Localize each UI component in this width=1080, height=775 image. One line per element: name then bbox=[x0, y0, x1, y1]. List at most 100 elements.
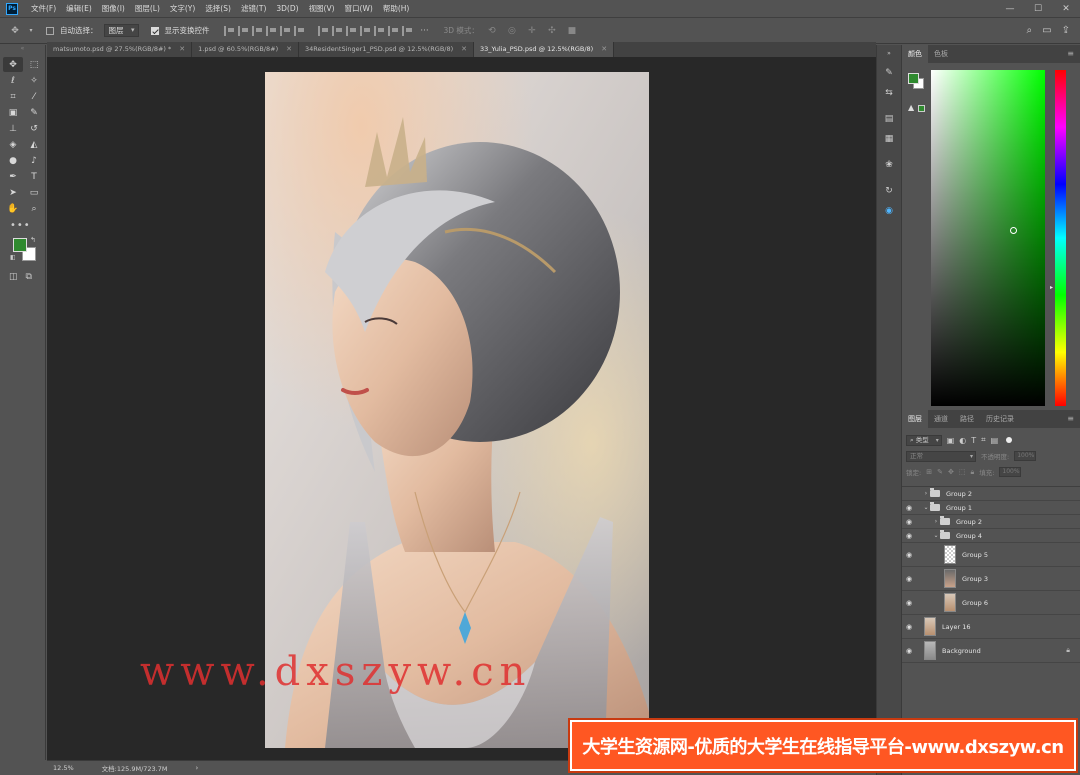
color-picker-marker[interactable] bbox=[1010, 227, 1017, 234]
hue-slider[interactable] bbox=[1055, 70, 1066, 406]
foreground-color-swatch[interactable] bbox=[13, 238, 27, 252]
zoom-tool-icon[interactable]: ⌕ bbox=[24, 201, 44, 216]
layer-row-group-4[interactable]: ◉ ⌄ Group 4 bbox=[902, 529, 1080, 543]
layer-row-group-6[interactable]: ◉ Group 6 bbox=[902, 591, 1080, 615]
pen-tool-icon[interactable]: ✒ bbox=[3, 169, 23, 184]
foreground-color-swatch[interactable] bbox=[908, 73, 919, 84]
hand-tool-icon[interactable]: ✋ bbox=[3, 201, 23, 216]
chevron-right-icon[interactable]: › bbox=[932, 518, 940, 525]
screen-mode-icon[interactable]: ⧉ bbox=[26, 272, 32, 282]
visibility-eye-icon[interactable]: ◉ bbox=[902, 532, 916, 540]
menu-view[interactable]: 视图(V) bbox=[304, 0, 340, 18]
crop-tool-icon[interactable]: ⌗ bbox=[3, 89, 23, 104]
tab-matsumoto[interactable]: matsumoto.psd @ 27.5%(RGB/8#) * ✕ bbox=[47, 42, 193, 57]
align-left-icon[interactable] bbox=[223, 25, 234, 36]
distribute-top-icon[interactable] bbox=[317, 25, 328, 36]
distribute-right-icon[interactable] bbox=[387, 25, 398, 36]
lasso-tool-icon[interactable]: ℓ bbox=[3, 73, 23, 88]
align-right-icon[interactable] bbox=[251, 25, 262, 36]
show-transform-checkbox[interactable] bbox=[150, 26, 159, 35]
tab-channels[interactable]: 通道 bbox=[928, 410, 954, 428]
search-icon[interactable]: ⌕ bbox=[1027, 25, 1033, 36]
distribute-left-icon[interactable] bbox=[359, 25, 370, 36]
chevron-right-icon[interactable]: › bbox=[922, 490, 930, 497]
tab-yulia[interactable]: 33_Yulia_PSD.psd @ 12.5%(RGB/8) ✕ bbox=[474, 42, 615, 57]
more-options-icon[interactable]: ··· bbox=[418, 24, 432, 38]
maximize-button[interactable]: ☐ bbox=[1024, 0, 1052, 18]
history-icon[interactable]: ↻ bbox=[882, 185, 896, 197]
visibility-eye-icon[interactable]: ◉ bbox=[902, 623, 916, 631]
healing-brush-tool-icon[interactable]: ▣ bbox=[3, 105, 23, 120]
blend-mode-dropdown[interactable]: 正常 bbox=[906, 450, 976, 462]
3d-orbit-icon[interactable]: ⟲ bbox=[485, 24, 499, 38]
type-tool-icon[interactable]: T bbox=[24, 169, 44, 184]
lock-artboard-icon[interactable]: ⬚ bbox=[959, 468, 966, 476]
3d-pan-icon[interactable]: ✛ bbox=[525, 24, 539, 38]
auto-select-checkbox[interactable] bbox=[46, 26, 54, 35]
3d-scale-icon[interactable]: ■ bbox=[565, 24, 579, 38]
navigator-icon[interactable]: ◉ bbox=[882, 205, 896, 217]
lock-image-icon[interactable]: ✎ bbox=[937, 468, 943, 476]
libraries-icon[interactable]: ▤ bbox=[882, 113, 896, 125]
filter-adjustment-icon[interactable]: ◐ bbox=[959, 436, 966, 445]
panel-grip-icon[interactable]: « bbox=[0, 45, 45, 53]
color-picker-field[interactable] bbox=[931, 70, 1045, 406]
history-brush-tool-icon[interactable]: ↺ bbox=[24, 121, 44, 136]
menu-3d[interactable]: 3D(D) bbox=[271, 0, 303, 18]
close-icon[interactable]: ✕ bbox=[179, 42, 185, 57]
menu-type[interactable]: 文字(Y) bbox=[165, 0, 200, 18]
canvas-area[interactable]: www.dxszyw.cn bbox=[47, 57, 876, 760]
lock-icon[interactable]: 🔒︎ bbox=[1066, 646, 1070, 655]
menu-image[interactable]: 图像(I) bbox=[97, 0, 130, 18]
3d-roll-icon[interactable]: ◎ bbox=[505, 24, 519, 38]
default-colors-icon[interactable]: ◧ bbox=[10, 254, 16, 261]
menu-filter[interactable]: 滤镜(T) bbox=[236, 0, 271, 18]
magic-wand-tool-icon[interactable]: ✧ bbox=[24, 73, 44, 88]
lock-position-icon[interactable]: ✥ bbox=[948, 468, 954, 476]
tab-swatches[interactable]: 色板 bbox=[928, 45, 954, 63]
close-icon[interactable]: ✕ bbox=[601, 42, 607, 57]
path-selection-tool-icon[interactable]: ➤ bbox=[3, 185, 23, 200]
zoom-level[interactable]: 12.5% bbox=[53, 764, 74, 772]
filter-smart-object-icon[interactable]: ▤ bbox=[991, 436, 999, 445]
menu-help[interactable]: 帮助(H) bbox=[378, 0, 415, 18]
tab-paths[interactable]: 路径 bbox=[954, 410, 980, 428]
artwork-canvas[interactable] bbox=[265, 72, 649, 748]
distribute-bottom-icon[interactable] bbox=[345, 25, 356, 36]
layer-row-group-1[interactable]: ◉ ⌄ Group 1 bbox=[902, 501, 1080, 515]
channels-icon[interactable]: ❀ bbox=[882, 159, 896, 171]
share-icon[interactable]: ⇪ bbox=[1062, 25, 1070, 36]
adjustments-icon[interactable]: ⇆ bbox=[882, 87, 896, 99]
marquee-tool-icon[interactable]: ⬚ bbox=[24, 57, 44, 72]
tab-color[interactable]: 颜色 bbox=[902, 45, 928, 63]
eyedropper-tool-icon[interactable]: ⁄ bbox=[24, 89, 44, 104]
paint-bucket-tool-icon[interactable]: ◭ bbox=[24, 137, 44, 152]
chevron-down-icon[interactable]: ⌄ bbox=[932, 532, 940, 539]
layer-row-group-2-nested[interactable]: ◉ › Group 2 bbox=[902, 515, 1080, 529]
brush-tool-icon[interactable]: ✎ bbox=[24, 105, 44, 120]
layer-row-group-2-top[interactable]: ● › Group 2 bbox=[902, 487, 1080, 501]
layer-filter-dropdown[interactable]: ⌕ 类型 bbox=[906, 434, 942, 446]
clone-stamp-tool-icon[interactable]: ⊥ bbox=[3, 121, 23, 136]
edit-toolbar-icon[interactable]: ••• bbox=[0, 220, 45, 231]
auto-select-target-dropdown[interactable]: 图层 bbox=[103, 24, 139, 37]
gamut-color-swatch[interactable] bbox=[918, 105, 925, 112]
menu-window[interactable]: 窗口(W) bbox=[340, 0, 378, 18]
properties-icon[interactable]: ▦ bbox=[882, 133, 896, 145]
align-hcenter-icon[interactable] bbox=[237, 25, 248, 36]
visibility-eye-icon[interactable]: ◉ bbox=[902, 575, 916, 583]
menu-layer[interactable]: 图层(L) bbox=[130, 0, 165, 18]
shape-tool-icon[interactable]: ▭ bbox=[24, 185, 44, 200]
visibility-eye-icon[interactable]: ◉ bbox=[902, 504, 916, 512]
menu-select[interactable]: 选择(S) bbox=[200, 0, 236, 18]
menu-edit[interactable]: 编辑(E) bbox=[61, 0, 97, 18]
panel-grip-icon[interactable]: » bbox=[882, 47, 896, 59]
tab-history[interactable]: 历史记录 bbox=[980, 410, 1020, 428]
move-tool-preset-icon[interactable]: ✥ bbox=[8, 24, 22, 38]
tab-layers[interactable]: 图层 bbox=[902, 410, 928, 428]
eraser-tool-icon[interactable]: ◈ bbox=[3, 137, 23, 152]
panel-menu-icon[interactable]: ≡ bbox=[1067, 49, 1074, 58]
visibility-eye-icon[interactable]: ◉ bbox=[902, 518, 916, 526]
menu-file[interactable]: 文件(F) bbox=[26, 0, 61, 18]
chevron-down-icon[interactable]: ⌄ bbox=[922, 504, 930, 511]
